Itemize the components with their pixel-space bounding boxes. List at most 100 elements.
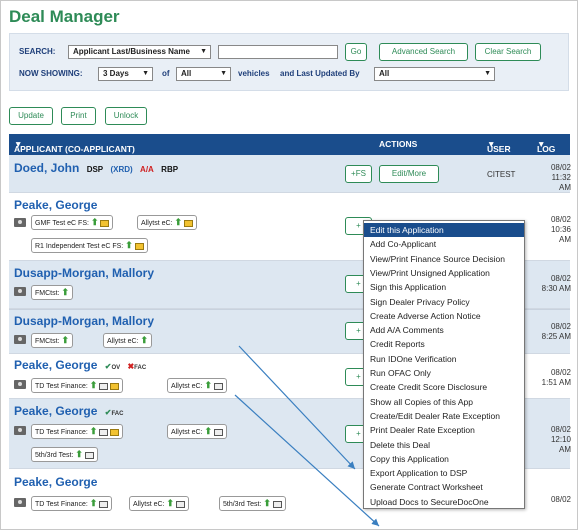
menu-item[interactable]: Add Co-Applicant (364, 237, 524, 251)
applicant-name[interactable]: Doed, John DSP (XRD) A/A RBP (14, 161, 178, 175)
menu-item[interactable]: Delete this Deal (364, 438, 524, 452)
arrow-up-icon: ⬆ (89, 380, 98, 390)
actions-context-menu: Edit this Application Add Co-Applicant Vie… (363, 220, 525, 509)
document-icon (272, 500, 282, 508)
applicant-name[interactable]: Peake, George ✔OV ✖FAC (14, 358, 146, 372)
vehicles-label: vehicles (238, 69, 270, 78)
camera-icon[interactable] (14, 335, 26, 344)
menu-item[interactable]: Credit Reports (364, 337, 524, 351)
menu-item[interactable]: Run OFAC Only (364, 366, 524, 380)
col-user[interactable]: USER ▼ (487, 139, 511, 154)
ofac-badge: FAC (111, 411, 124, 417)
chevron-down-icon: ▼ (220, 70, 227, 77)
arrow-up-icon: ⬆ (204, 380, 213, 390)
folder-icon (110, 428, 120, 436)
chevron-down-icon: ▼ (142, 70, 149, 77)
lender-chip[interactable]: 5th/3rd Test: ⬆ (219, 496, 286, 511)
folder-icon (100, 219, 110, 227)
lender-chip[interactable]: Allytst eC: ⬆ (167, 378, 228, 393)
menu-item[interactable]: Add A/A Comments (364, 323, 524, 337)
menu-item[interactable]: Upload Docs to SecureDocOne (364, 495, 524, 509)
lender-chip[interactable]: GMF Test eC FS: ⬆ (31, 215, 114, 230)
lender-chip[interactable]: R1 Independent Test eC FS: ⬆ (31, 238, 148, 253)
menu-item[interactable]: Create Credit Score Disclosure (364, 380, 524, 394)
menu-item[interactable]: View/Print Finance Source Decision (364, 252, 524, 266)
vehicles-select[interactable]: All ▼ (176, 67, 231, 81)
arrow-up-icon: ⬆ (166, 498, 175, 508)
menu-item[interactable]: Generate Contract Worksheet (364, 480, 524, 494)
lender-chip[interactable]: TD Test Finance: ⬆ (31, 496, 113, 511)
fs-button[interactable]: +FS (345, 165, 372, 183)
dsp-badge: DSP (86, 165, 104, 174)
log-cell: 08/02 11:32 AM (550, 163, 571, 192)
log-cell: 08/02 10:36 AM (550, 215, 571, 244)
lender-chip[interactable]: FMCtst: ⬆ (31, 285, 74, 300)
camera-icon[interactable] (14, 218, 26, 227)
applicant-name[interactable]: Dusapp-Morgan, Mallory (14, 266, 154, 280)
log-cell: 08/02 8:30 AM (541, 274, 571, 293)
menu-item[interactable]: Sign Dealer Privacy Policy (364, 295, 524, 309)
user-cell: CITEST (487, 170, 516, 179)
lender-chip[interactable]: FMCtst: ⬆ (31, 333, 74, 348)
clear-search-button[interactable]: Clear Search (475, 43, 541, 61)
menu-item[interactable]: Sign this Application (364, 280, 524, 294)
lender-chip[interactable]: Allytst eC: ⬆ (137, 215, 198, 230)
search-field-select[interactable]: Applicant Last/Business Name ▼ (68, 45, 211, 59)
ofac-badge: FAC (134, 365, 147, 371)
lender-chip[interactable]: Allytst eC: ⬆ (129, 496, 190, 511)
arrow-up-icon: ⬆ (90, 217, 99, 227)
camera-icon[interactable] (14, 498, 26, 507)
applicant-name[interactable]: Peake, George (14, 475, 97, 489)
col-applicant[interactable]: APPLICANT (CO-APPLICANT) ▼ (14, 139, 135, 154)
table-header: APPLICANT (CO-APPLICANT) ▼ ACTIONS USER … (9, 134, 570, 155)
lender-chip[interactable]: Allytst eC: ⬆ (103, 333, 153, 348)
folder-icon (110, 382, 120, 390)
applicant-name[interactable]: Peake, George ✔FAC (14, 404, 123, 418)
menu-item[interactable]: Create Adverse Action Notice (364, 309, 524, 323)
applicant-name[interactable]: Dusapp-Morgan, Mallory (14, 314, 154, 328)
menu-item[interactable]: Print Dealer Rate Exception (364, 423, 524, 437)
menu-item[interactable]: Copy this Application (364, 452, 524, 466)
log-cell: 08/02 1:51 AM (541, 368, 571, 387)
log-cell: 08/02 8:25 AM (541, 322, 571, 341)
menu-item[interactable]: Run IDOne Verification (364, 352, 524, 366)
lender-chip[interactable]: TD Test Finance: ⬆ (31, 378, 124, 393)
camera-icon[interactable] (14, 426, 26, 435)
table-row[interactable]: Doed, John DSP (XRD) A/A RBP +FS Edit/Mo… (9, 155, 571, 193)
xrd-badge: (XRD) (110, 165, 133, 174)
go-button[interactable]: Go (345, 43, 367, 61)
unlock-button[interactable]: Unlock (105, 107, 147, 125)
arrow-up-icon: ⬆ (204, 426, 213, 436)
now-showing-label: NOW SHOWING: (19, 69, 83, 78)
applicant-name[interactable]: Peake, George (14, 198, 97, 212)
search-input[interactable] (218, 45, 338, 59)
advanced-search-button[interactable]: Advanced Search (379, 43, 468, 61)
menu-item[interactable]: View/Print Unsigned Application (364, 266, 524, 280)
ov-badge: OV (111, 365, 121, 371)
arrow-up-icon: ⬆ (125, 240, 133, 250)
arrow-up-icon: ⬆ (75, 449, 83, 459)
update-button[interactable]: Update (9, 107, 53, 125)
days-select[interactable]: 3 Days ▼ (98, 67, 153, 81)
updated-by-select[interactable]: All ▼ (374, 67, 495, 81)
lender-chip[interactable]: Allytst eC: ⬆ (167, 424, 228, 439)
edit-more-button[interactable]: Edit/More (379, 165, 439, 183)
arrow-up-icon: ⬆ (263, 498, 271, 508)
lender-chip[interactable]: TD Test Finance: ⬆ (31, 424, 124, 439)
document-icon (176, 500, 186, 508)
print-button[interactable]: Print (61, 107, 96, 125)
menu-item[interactable]: Edit this Application (364, 223, 524, 237)
menu-item[interactable]: Export Application to DSP (364, 466, 524, 480)
document-icon (99, 382, 109, 390)
col-log[interactable]: LOG ▼ (537, 139, 555, 154)
document-icon (214, 428, 224, 436)
menu-item[interactable]: Show all Copies of this App (364, 395, 524, 409)
camera-icon[interactable] (14, 287, 26, 296)
camera-icon[interactable] (14, 380, 26, 389)
menu-item[interactable]: Create/Edit Dealer Rate Exception (364, 409, 524, 423)
arrow-up-icon: ⬆ (89, 426, 98, 436)
document-icon (84, 451, 94, 459)
lender-chip[interactable]: 5th/3rd Test: ⬆ (31, 447, 98, 462)
col-actions: ACTIONS (379, 139, 418, 149)
updated-by-label: and Last Updated By (280, 69, 360, 78)
